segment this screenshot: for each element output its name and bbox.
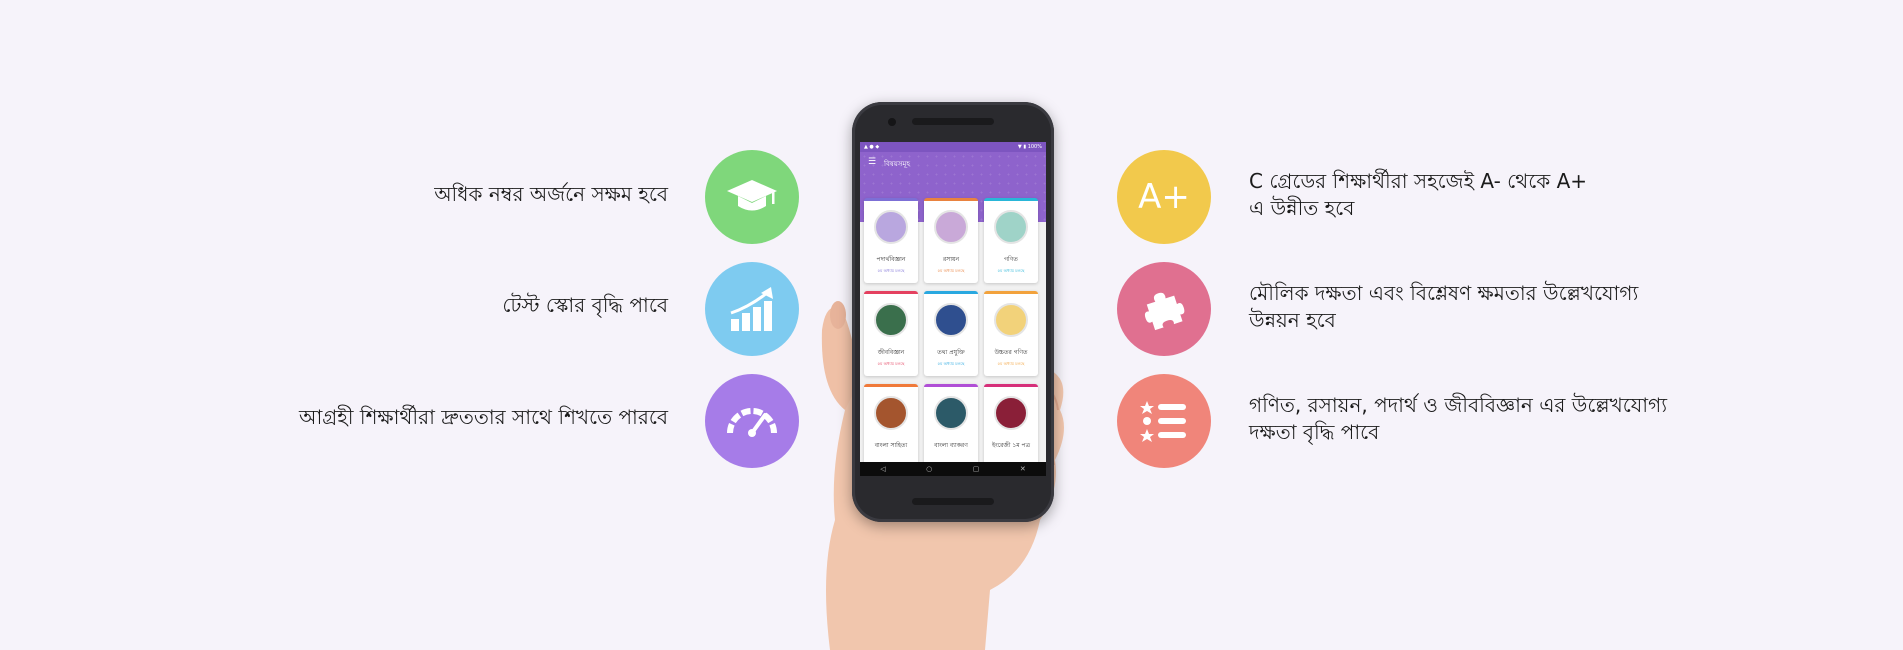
android-nav-bar: ◁ ○ ▢ ✕ — [860, 462, 1046, 476]
back-icon[interactable]: ◁ — [880, 465, 885, 473]
subject-thumbnail — [874, 303, 908, 337]
more-icon[interactable]: ✕ — [1020, 465, 1026, 473]
subject-thumbnail — [934, 303, 968, 337]
subject-card[interactable]: উচ্চতর গণিত ৫ম অধ্যায় চলছে — [984, 291, 1038, 376]
subject-name: তথ্য প্রযুক্তি — [937, 349, 965, 356]
home-icon[interactable]: ○ — [926, 465, 932, 473]
subject-progress: ৫ম অধ্যায় চলছে — [997, 268, 1025, 273]
checklist-icon — [1117, 374, 1211, 468]
subject-card[interactable]: ইংরেজী ১ম পত্র — [984, 384, 1038, 469]
subject-card[interactable]: রসায়ন ৫ম অধ্যায় চলছে — [924, 198, 978, 283]
subject-progress: ৫ম অধ্যায় চলছে — [937, 361, 965, 366]
subject-progress: ৫ম অধ্যায় চলছে — [877, 268, 905, 273]
subject-thumbnail — [874, 396, 908, 430]
subject-name: উচ্চতর গণিত — [994, 349, 1028, 356]
a-plus-label: A+ — [1138, 177, 1190, 217]
feature-line: উন্নয়ন হবে — [1249, 308, 1336, 332]
status-bar: ▲ ● ◆ ▼ ▮ 100% — [860, 142, 1046, 152]
phone-screen: ▲ ● ◆ ▼ ▮ 100% ☰ বিষয়সমূহ পদার্থবিজ্ঞান ৫… — [860, 142, 1046, 476]
subject-thumbnail — [994, 303, 1028, 337]
subject-progress: ৫ম অধ্যায় চলছে — [997, 361, 1025, 366]
puzzle-icon — [1117, 262, 1211, 356]
feature-text: অধিক নম্বর অর্জনে সক্ষম হবে — [434, 182, 668, 206]
subject-card[interactable]: তথ্য প্রযুক্তি ৫ম অধ্যায় চলছে — [924, 291, 978, 376]
subject-progress: ৫ম অধ্যায় চলছে — [937, 268, 965, 273]
feature-text: আগ্রহী শিক্ষার্থীরা দ্রুততার সাথে শিখতে … — [298, 405, 668, 429]
subject-thumbnail — [874, 210, 908, 244]
graduation-cap-icon — [705, 150, 799, 244]
subject-progress: ৫ম অধ্যায় চলছে — [877, 361, 905, 366]
recents-icon[interactable]: ▢ — [973, 465, 980, 473]
subject-thumbnail — [994, 396, 1028, 430]
subject-thumbnail — [994, 210, 1028, 244]
subject-thumbnail — [934, 210, 968, 244]
a-plus-icon: A+ — [1117, 150, 1211, 244]
subject-card[interactable]: গণিত ৫ম অধ্যায় চলছে — [984, 198, 1038, 283]
feature-text: টেস্ট স্কোর বৃদ্ধি পাবে — [502, 293, 668, 317]
subject-name: পদার্থবিজ্ঞান — [876, 256, 906, 263]
feature-line: দক্ষতা বৃদ্ধি পাবে — [1249, 420, 1380, 444]
hamburger-menu-icon[interactable]: ☰ — [868, 157, 876, 167]
feature-line: গণিত, রসায়ন, পদার্থ ও জীববিজ্ঞান এর উল্… — [1249, 393, 1668, 417]
bottom-speaker — [912, 498, 994, 505]
feature-line: C গ্রেডের শিক্ষার্থীরা সহজেই A- থেকে A+ — [1249, 169, 1588, 193]
feature-text: মৌলিক দক্ষতা এবং বিশ্লেষণ ক্ষমতার উল্লেখ… — [1249, 280, 1638, 334]
app-title: বিষয়সমূহ — [884, 160, 911, 168]
phone-mockup: ▲ ● ◆ ▼ ▮ 100% ☰ বিষয়সমূহ পদার্থবিজ্ঞান ৫… — [852, 102, 1054, 522]
top-speaker — [912, 118, 994, 125]
front-camera — [888, 118, 896, 126]
subject-name: বাংলা সাহিত্য — [874, 442, 908, 449]
subject-name: গণিত — [1004, 256, 1018, 263]
feature-text: গণিত, রসায়ন, পদার্থ ও জীববিজ্ঞান এর উল্… — [1249, 392, 1667, 446]
feature-line: মৌলিক দক্ষতা এবং বিশ্লেষণ ক্ষমতার উল্লেখ… — [1249, 281, 1639, 305]
subject-name: জীববিজ্ঞান — [877, 349, 905, 356]
subject-name: বাংলা ব্যাকরণ — [934, 442, 968, 449]
subject-grid: পদার্থবিজ্ঞান ৫ম অধ্যায় চলছে রসায়ন ৫ম অধ্… — [864, 198, 1042, 469]
subject-thumbnail — [934, 396, 968, 430]
subject-card[interactable]: বাংলা সাহিত্য — [864, 384, 918, 469]
subject-card[interactable]: জীববিজ্ঞান ৫ম অধ্যায় চলছে — [864, 291, 918, 376]
feature-text: C গ্রেডের শিক্ষার্থীরা সহজেই A- থেকে A+ … — [1249, 168, 1587, 222]
subject-name: ইংরেজী ১ম পত্র — [991, 442, 1031, 449]
subject-card[interactable]: বাংলা ব্যাকরণ — [924, 384, 978, 469]
subject-name: রসায়ন — [942, 256, 960, 263]
feature-line: এ উন্নীত হবে — [1249, 196, 1355, 220]
subject-card[interactable]: পদার্থবিজ্ঞান ৫ম অধ্যায় চলছে — [864, 198, 918, 283]
